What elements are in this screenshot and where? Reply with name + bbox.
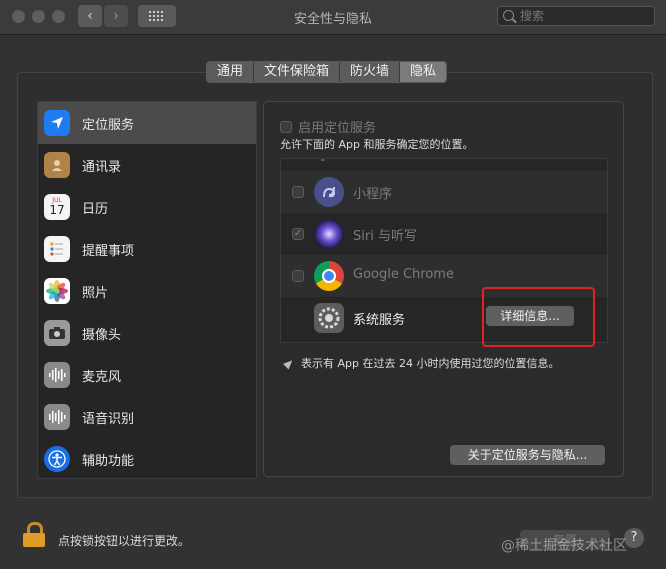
sidebar-item-calendar[interactable]: JUL 17 日历 [38,186,256,228]
search-input[interactable]: 搜索 [497,6,655,26]
app-name: 小程序 [353,187,393,202]
calendar-icon: JUL 17 [44,194,70,220]
title-bar: ‹ › 安全性与隐私 搜索 [0,0,666,35]
tab-bar: 通用 文件保险箱 防火墙 隐私 [206,61,448,83]
watermark: @稀土掘金技术社区 [501,538,627,554]
sidebar-item-microphone[interactable]: 麦克风 [38,354,256,396]
location-arrow-small-icon [282,356,296,370]
list-row-partial [281,159,607,165]
recent-use-note-text: 表示有 App 在过去 24 小时内使用过您的位置信息。 [301,357,560,370]
app-name: Siri 与听写 [353,229,417,244]
app-name: Google Chrome [353,267,454,282]
list-item-siri[interactable]: ✓ Siri 与听写 [281,213,607,255]
enable-location-services-checkbox[interactable]: 启用定位服务 [280,117,376,136]
chrome-checkbox[interactable] [292,270,304,282]
partial-icon [321,159,325,161]
sidebar-item-reminders[interactable]: 提醒事项 [38,228,256,270]
sidebar-item-label: 日历 [82,201,109,217]
sidebar-item-label: 摄像头 [82,327,122,343]
sidebar-item-contacts[interactable]: 通讯录 [38,144,256,186]
system-services-gear-icon [314,303,344,333]
sidebar-item-photos[interactable]: 照片 [38,270,256,312]
help-button[interactable]: ? [624,528,644,548]
sidebar-item-label: 辅助功能 [82,453,135,469]
location-arrow-icon [44,110,70,136]
reminders-icon [44,236,70,262]
tab-filevault[interactable]: 文件保险箱 [254,62,341,82]
photos-icon [44,278,70,304]
app-name: 系统服务 [353,313,406,328]
location-description: 允许下面的 App 和服务确定您的位置。 [280,138,474,151]
highlight-annotation [482,287,595,347]
chrome-icon [314,261,344,291]
sidebar-item-label: 通讯录 [82,159,122,175]
tab-firewall[interactable]: 防火墙 [340,62,401,82]
sidebar-item-label: 定位服务 [82,117,135,133]
list-item-mini-program[interactable]: 小程序 [281,171,607,213]
speech-recognition-icon [44,404,70,430]
sidebar-item-label: 麦克风 [82,369,122,385]
camera-icon [44,320,70,346]
sidebar-item-label: 照片 [82,285,109,301]
checkbox[interactable] [280,120,292,133]
sidebar-item-speech-recognition[interactable]: 语音识别 [38,396,256,438]
sidebar-item-location-services[interactable]: 定位服务 [38,102,256,144]
sidebar-item-label: 提醒事项 [82,243,135,259]
sidebar-item-camera[interactable]: 摄像头 [38,312,256,354]
accessibility-icon [44,446,70,472]
mini-program-icon [314,177,344,207]
sidebar-item-label: 语音识别 [82,411,135,427]
recent-use-note: 表示有 App 在过去 24 小时内使用过您的位置信息。 [282,355,560,371]
calendar-day: 17 [49,203,65,217]
privacy-category-list: 定位服务 通讯录 JUL 17 日历 提醒事项 照片 摄像头 麦克风 语音识别 … [37,101,257,479]
microphone-icon [44,362,70,388]
search-placeholder: 搜索 [520,9,545,23]
mini-program-checkbox[interactable] [292,186,304,198]
siri-icon [314,219,344,249]
sidebar-item-accessibility[interactable]: 辅助功能 [38,438,256,480]
tab-privacy[interactable]: 隐私 [400,62,447,82]
tab-general[interactable]: 通用 [207,62,255,82]
contacts-icon [44,152,70,178]
lock-icon[interactable] [23,522,45,547]
enable-location-services-label: 启用定位服务 [298,121,377,136]
siri-checkbox-checked[interactable]: ✓ [292,228,304,240]
search-icon [503,10,514,21]
lock-instruction-text: 点按锁按钮以进行更改。 [58,534,191,548]
about-location-services-button[interactable]: 关于定位服务与隐私... [450,445,605,465]
